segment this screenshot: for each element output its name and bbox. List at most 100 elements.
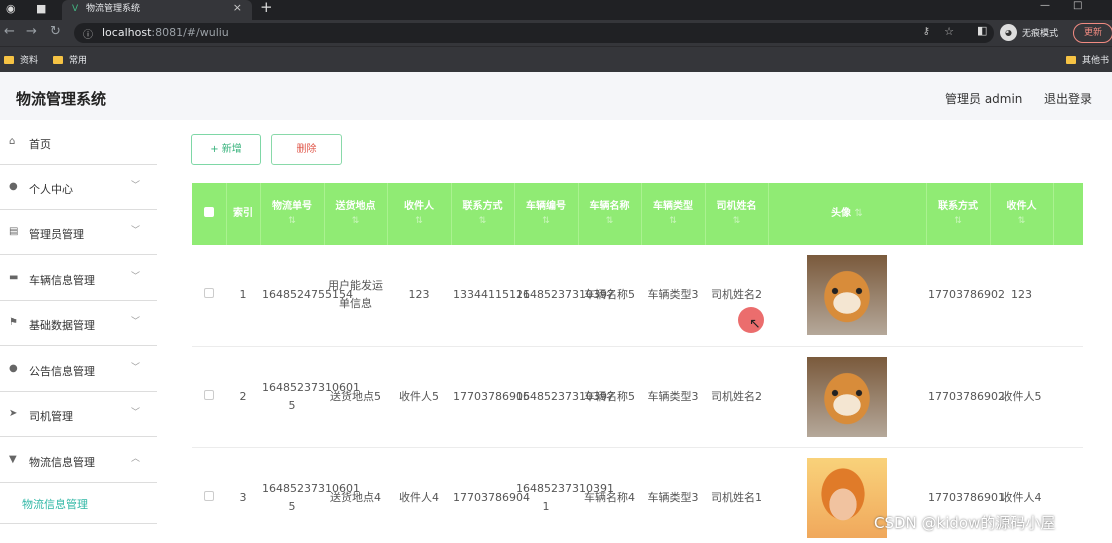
col-header[interactable]: 车辆类型 ⇅	[641, 183, 706, 245]
new-tab-icon[interactable]: +	[260, 0, 273, 16]
shiba-dog-photo	[807, 255, 887, 336]
col-header[interactable]: 司机姓名 ⇅	[705, 183, 769, 245]
col-header[interactable]: 索引	[226, 183, 261, 245]
col-header[interactable]: 送货地点 ⇅	[324, 183, 388, 245]
sidebar-subitem-logistics[interactable]: 物流信息管理	[0, 481, 157, 524]
col-header[interactable]: 联系方式 ⇅	[926, 183, 991, 245]
folder-icon	[1066, 56, 1076, 64]
url-host: localhost	[102, 26, 152, 39]
col-header[interactable]: 收件人 ⇅	[387, 183, 452, 245]
side-panel-icon[interactable]: ◧	[977, 24, 987, 37]
vue-icon: V	[72, 4, 79, 14]
update-button[interactable]: 更新	[1073, 23, 1112, 43]
sidebar-item-logistics[interactable]: ▼ 物流信息管理 ︿	[0, 438, 157, 483]
profile-label[interactable]: 无痕模式	[1022, 26, 1058, 39]
chevron-down-icon: ﹀	[130, 363, 140, 373]
star-icon[interactable]: ☆	[944, 25, 954, 38]
sort-icon: ⇅	[954, 216, 962, 226]
folder-icon	[53, 56, 63, 64]
chevron-down-icon: ﹀	[130, 226, 140, 236]
browser-menu-icon[interactable]: ◉	[6, 2, 16, 15]
close-icon[interactable]: ×	[233, 0, 242, 17]
reload-icon[interactable]: ↻	[50, 24, 61, 39]
chevron-down-icon: ﹀	[130, 408, 140, 418]
sidebar-item-admin[interactable]: ▤ 管理员管理 ﹀	[0, 210, 157, 255]
url-path: :8081/#/wuliu	[151, 26, 229, 39]
delete-button[interactable]: 删除	[271, 134, 342, 165]
sort-icon: ⇅	[669, 216, 677, 226]
select-all-checkbox[interactable]	[192, 183, 227, 245]
sort-icon: ⇅	[478, 216, 487, 226]
col-header[interactable]: 车辆名称 ⇅	[578, 183, 642, 245]
sidebar-item-basedata[interactable]: ⚑ 基础数据管理 ﹀	[0, 301, 157, 346]
address-bar: ← → ↻ ⓘ localhost:8081/#/wuliu ⚷ ☆ ◧ ◕ 无…	[0, 20, 1112, 46]
sort-icon: ⇅	[415, 216, 423, 226]
watermark: CSDN @kidow的源码小屋	[874, 514, 1056, 532]
col-header[interactable]: 车辆编号 ⇅	[514, 183, 579, 245]
logout-link[interactable]: 退出登录	[1044, 90, 1092, 107]
mouse-pointer-icon: ↖	[749, 316, 761, 332]
data-table: 索引 物流单号 ⇅ 送货地点 ⇅ 收件人 ⇅ 联系方式 ⇅ 车辆编号 ⇅ 车辆名称 ⇅ 车辆…	[192, 183, 1083, 543]
sidebar: ⌂ 首页 ● 个人中心 ﹀ ▤ 管理员管理 ﹀ ▬ 车辆信息管理 ﹀ ⚑ 基础数据管理 ﹀ ● 公告…	[0, 120, 157, 543]
bookmarks-bar: 资料 常用 其他书	[0, 46, 1112, 72]
flag-icon: ⚑	[9, 317, 18, 328]
sidebar-item-vehicles[interactable]: ▬ 车辆信息管理 ﹀	[0, 256, 157, 301]
chevron-down-icon: ﹀	[130, 272, 140, 282]
maximize-icon[interactable]: □	[1073, 0, 1082, 11]
chevron-down-icon: ﹀	[130, 181, 140, 191]
bookmark-folder[interactable]: 其他书	[1066, 53, 1109, 66]
row-checkbox[interactable]	[192, 245, 226, 347]
bookmark-folder[interactable]: 资料	[4, 53, 38, 66]
minimize-icon[interactable]: —	[1040, 0, 1050, 11]
add-button[interactable]: + 新增	[191, 134, 261, 165]
chevron-up-icon: ︿	[130, 454, 140, 464]
user-icon: ●	[9, 181, 18, 192]
sort-icon: ⇅	[288, 216, 296, 226]
tab-title: 物流管理系统	[86, 4, 141, 14]
chevron-down-icon: ﹀	[130, 317, 140, 327]
app-title: 物流管理系统	[16, 90, 107, 108]
cargo-icon: ▼	[9, 454, 17, 465]
browser-chrome: ◉ ■ V 物流管理系统 × + — □ ← → ↻ ⓘ localhost:8…	[0, 0, 1112, 72]
sort-icon: ⇅	[1017, 216, 1026, 226]
url-field[interactable]: ⓘ localhost:8081/#/wuliu ⚷ ☆	[74, 23, 994, 43]
browser-tab[interactable]: V 物流管理系统 ×	[62, 0, 252, 20]
row-checkbox[interactable]	[192, 346, 226, 448]
sidebar-item-profile[interactable]: ● 个人中心 ﹀	[0, 165, 157, 210]
col-header[interactable]: 联系方式 ⇅	[451, 183, 515, 245]
tab-bar: ◉ ■ V 物流管理系统 × + — □	[0, 0, 1112, 20]
sort-icon: ⇅	[605, 216, 614, 226]
table-row[interactable]: 2 16485237310601 5 送货地点5 收件人5 1770378690…	[192, 346, 1083, 448]
sort-icon: ⇅	[732, 216, 741, 226]
folder-icon	[4, 56, 14, 64]
info-icon[interactable]: ⓘ	[83, 26, 93, 41]
admin-label: 管理员 admin	[945, 92, 1023, 106]
key-icon[interactable]: ⚷	[923, 26, 930, 37]
home-icon: ⌂	[9, 136, 16, 147]
row-checkbox[interactable]	[192, 447, 226, 543]
back-icon[interactable]: ←	[4, 24, 15, 39]
sidebar-item-drivers[interactable]: ➤ 司机管理 ﹀	[0, 392, 157, 437]
bookmark-folder[interactable]: 常用	[53, 53, 87, 66]
forward-icon[interactable]: →	[26, 24, 37, 39]
col-header[interactable]: 头像 ⇅	[768, 183, 927, 245]
sidebar-item-home[interactable]: ⌂ 首页	[0, 120, 157, 165]
shiba-dog-photo	[807, 356, 887, 437]
table-row[interactable]: 1 1648524755154 用户能发运单信息 123 13344115121…	[192, 245, 1083, 347]
data-table-wrapper: 索引 物流单号 ⇅ 送货地点 ⇅ 收件人 ⇅ 联系方式 ⇅ 车辆编号 ⇅ 车辆名称 ⇅ 车辆…	[192, 183, 1083, 543]
incognito-avatar-icon[interactable]: ◕	[1000, 24, 1017, 41]
app-header: 物流管理系统 管理员 admin 退出登录	[0, 72, 1112, 120]
tab-icon[interactable]: ■	[36, 2, 46, 15]
send-icon: ➤	[9, 408, 18, 419]
briefcase-icon: ▤	[9, 226, 19, 237]
col-header[interactable]	[1053, 183, 1083, 245]
col-header[interactable]: 收件人 ⇅	[990, 183, 1054, 245]
chat-icon: ▬	[9, 272, 19, 283]
sort-icon: ⇅	[854, 208, 863, 219]
location-icon: ●	[9, 363, 18, 374]
sort-icon: ⇅	[542, 216, 550, 226]
sidebar-item-notices[interactable]: ● 公告信息管理 ﹀	[0, 347, 157, 392]
table-header-row: 索引 物流单号 ⇅ 送货地点 ⇅ 收件人 ⇅ 联系方式 ⇅ 车辆编号 ⇅ 车辆名称 ⇅ 车辆…	[192, 183, 1083, 245]
sort-icon: ⇅	[351, 216, 360, 226]
col-header[interactable]: 物流单号 ⇅	[260, 183, 325, 245]
